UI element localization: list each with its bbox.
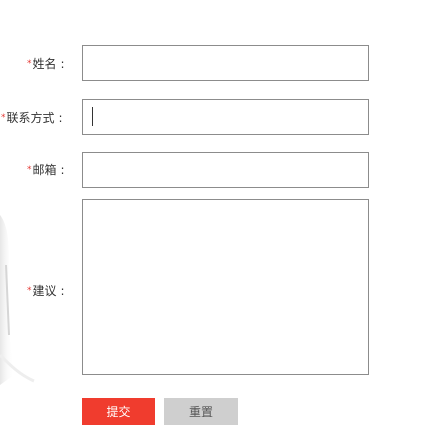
label-colon: : <box>60 57 65 71</box>
email-label-text: 邮箱 <box>32 163 57 177</box>
email-label: *邮箱: <box>27 163 65 177</box>
label-colon: : <box>58 111 63 125</box>
contact-input[interactable] <box>82 99 369 135</box>
name-input[interactable] <box>82 45 369 81</box>
label-colon: : <box>60 163 65 177</box>
submit-button[interactable]: 提交 <box>82 398 155 425</box>
reset-button[interactable]: 重置 <box>164 398 238 425</box>
suggestion-label-text: 建议 <box>32 284 57 298</box>
contact-label-text: 联系方式 <box>6 111 55 125</box>
email-input[interactable] <box>82 152 369 188</box>
contact-label: *联系方式: <box>1 111 63 125</box>
suggestion-label: *建议: <box>27 284 65 298</box>
required-marker: * <box>27 59 32 69</box>
required-marker: * <box>1 113 6 123</box>
name-label: *姓名: <box>27 57 65 71</box>
name-label-text: 姓名 <box>32 57 57 71</box>
required-marker: * <box>27 286 32 296</box>
required-marker: * <box>27 165 32 175</box>
suggestion-textarea[interactable] <box>82 199 369 375</box>
text-cursor <box>92 107 93 126</box>
label-colon: : <box>60 284 65 298</box>
